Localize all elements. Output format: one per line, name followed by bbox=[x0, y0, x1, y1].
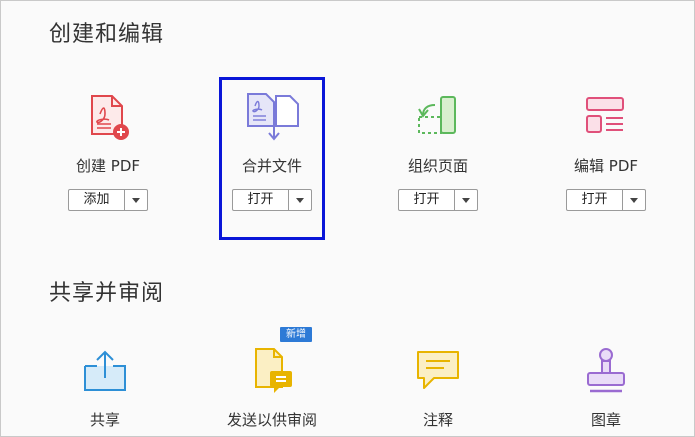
tool-share[interactable]: 共享 bbox=[25, 343, 185, 430]
open-button[interactable]: 打开 bbox=[233, 190, 289, 210]
tool-comment[interactable]: 注释 bbox=[358, 343, 518, 430]
tool-combine-files[interactable]: 合并文件 打开 bbox=[192, 89, 352, 211]
organize-pages-icon bbox=[410, 89, 466, 145]
stamp-icon bbox=[578, 343, 634, 399]
combine-files-icon bbox=[244, 89, 300, 145]
chevron-down-icon[interactable] bbox=[455, 190, 477, 210]
organize-pages-split-button: 打开 bbox=[398, 189, 478, 211]
comment-icon bbox=[410, 343, 466, 399]
section-title-share-review: 共享并审阅 bbox=[49, 281, 165, 306]
edit-pdf-icon bbox=[578, 89, 634, 145]
chevron-down-icon[interactable] bbox=[623, 190, 645, 210]
tool-create-pdf[interactable]: 创建 PDF 添加 bbox=[28, 89, 188, 211]
share-icon bbox=[77, 343, 133, 399]
tool-edit-pdf[interactable]: 编辑 PDF 打开 bbox=[526, 89, 686, 211]
edit-pdf-split-button: 打开 bbox=[566, 189, 646, 211]
new-badge: 新增 bbox=[280, 327, 312, 342]
tool-organize-pages[interactable]: 组织页面 打开 bbox=[358, 89, 518, 211]
section-title-create-edit: 创建和编辑 bbox=[49, 22, 165, 47]
tool-label: 组织页面 bbox=[407, 157, 468, 175]
tool-label: 图章 bbox=[590, 411, 621, 429]
tool-label: 合并文件 bbox=[241, 157, 302, 175]
tool-send-for-review[interactable]: 发送以供审阅 bbox=[192, 343, 352, 430]
tool-label: 创建 PDF bbox=[76, 157, 140, 175]
chevron-down-icon[interactable] bbox=[289, 190, 311, 210]
send-for-review-icon bbox=[244, 343, 300, 399]
add-button[interactable]: 添加 bbox=[69, 190, 125, 210]
combine-files-split-button: 打开 bbox=[232, 189, 312, 211]
tool-label: 编辑 PDF bbox=[574, 157, 638, 175]
create-pdf-icon bbox=[80, 89, 136, 145]
tool-label: 发送以供审阅 bbox=[226, 411, 317, 429]
tool-stamp[interactable]: 图章 bbox=[526, 343, 686, 430]
tool-label: 共享 bbox=[89, 411, 120, 429]
tools-panel: 创建和编辑 创建 PDF 添加 合并文件 打开 组织页面 打开 编辑 PDF 打… bbox=[0, 0, 695, 437]
open-button[interactable]: 打开 bbox=[567, 190, 623, 210]
create-pdf-split-button: 添加 bbox=[68, 189, 148, 211]
chevron-down-icon[interactable] bbox=[125, 190, 147, 210]
tool-label: 注释 bbox=[422, 411, 453, 429]
open-button[interactable]: 打开 bbox=[399, 190, 455, 210]
